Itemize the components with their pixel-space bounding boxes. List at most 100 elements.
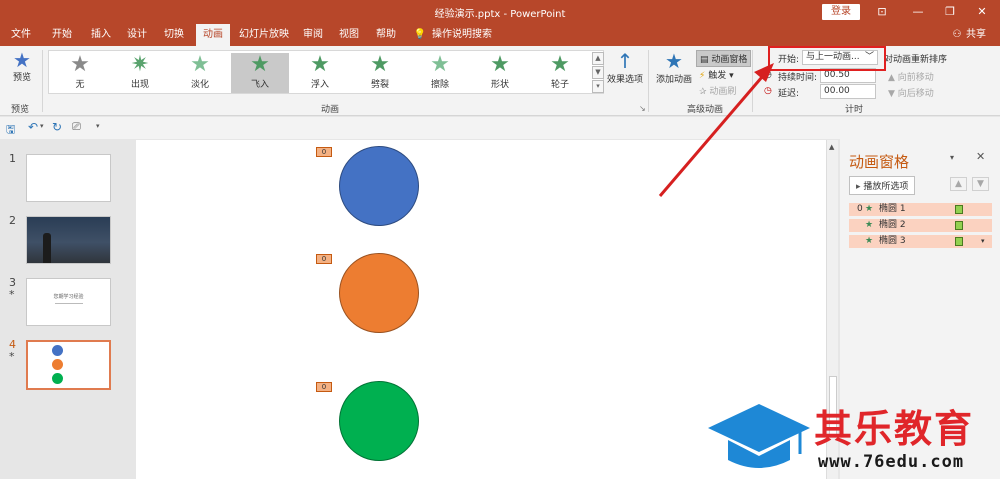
tab-slideshow[interactable]: 幻灯片放映 xyxy=(236,24,292,46)
watermark-brand: 其乐教育 xyxy=(814,407,975,451)
gallery-expand-icon[interactable]: ▾ xyxy=(592,80,604,93)
star-icon: ★ xyxy=(490,52,510,77)
move-down-button[interactable]: ▼ xyxy=(972,177,989,191)
repeat-icon[interactable]: ↻ xyxy=(52,120,62,134)
dialog-launcher-icon[interactable]: ↘ xyxy=(639,104,646,113)
save-icon[interactable]: 🖫 xyxy=(6,121,15,140)
slide-thumbnail-4[interactable] xyxy=(26,340,111,390)
star-icon: ★ xyxy=(865,204,874,214)
tab-transitions[interactable]: 切换 xyxy=(158,24,190,46)
star-icon: ★ xyxy=(250,52,270,77)
ribbon-display-icon[interactable]: ⊡ xyxy=(870,3,894,21)
tab-animations[interactable]: 动画 xyxy=(196,24,230,46)
gallery-item-fly-in[interactable]: ★ 飞入 xyxy=(231,53,289,93)
animation-order-tag[interactable]: 0 xyxy=(316,254,332,264)
animation-list-item[interactable]: ★ 椭圆 2 xyxy=(849,219,992,232)
tab-help[interactable]: 帮助 xyxy=(370,24,402,46)
pane-close-icon[interactable]: ✕ xyxy=(976,150,985,163)
gallery-item-wheel[interactable]: ★ 轮子 xyxy=(531,53,589,93)
arrow-head xyxy=(754,63,774,82)
tab-insert[interactable]: 插入 xyxy=(86,24,116,46)
slide-thumbnail-1[interactable] xyxy=(26,154,111,202)
move-earlier-button[interactable]: ▲ 向前移动 xyxy=(888,70,934,83)
gallery-scroll-up-icon[interactable]: ▲ xyxy=(592,52,604,65)
silhouette-image xyxy=(43,233,51,263)
move-later-button[interactable]: ▼ 向后移动 xyxy=(888,86,934,99)
share-button[interactable]: 共享 xyxy=(964,24,988,46)
play-selected-label: 播放所选项 xyxy=(863,182,909,192)
gallery-item-label: 淡化 xyxy=(190,80,209,90)
star-icon: ★ xyxy=(430,52,450,77)
undo-icon[interactable]: ↶ xyxy=(28,120,38,134)
triangle-up-icon: ▲ xyxy=(888,73,895,83)
person-icon: ⚇ xyxy=(952,29,962,40)
customize-qat-icon[interactable]: ▾ xyxy=(96,122,100,130)
graduation-cap-logo xyxy=(708,404,810,468)
gallery-item-label: 轮子 xyxy=(550,80,569,90)
oval-1[interactable] xyxy=(339,146,419,226)
scroll-up-icon[interactable]: ▲ xyxy=(829,143,834,151)
play-icon: ▸ xyxy=(856,182,861,192)
star-icon: ★ xyxy=(865,236,874,246)
tab-review[interactable]: 审阅 xyxy=(298,24,328,46)
gallery-item-none[interactable]: ★ 无 xyxy=(51,53,109,93)
delay-input[interactable]: 00.00 xyxy=(820,84,876,99)
watermark: 其乐教育 www.76edu.com xyxy=(700,396,1000,479)
item-dropdown-icon[interactable]: ▾ xyxy=(981,235,985,248)
play-selected-button[interactable]: ▸ 播放所选项 xyxy=(849,176,916,195)
animation-order-tag[interactable]: 0 xyxy=(316,382,332,392)
login-button[interactable]: 登录 xyxy=(822,4,860,20)
thumb-divider xyxy=(55,303,83,304)
gallery-item-label: 无 xyxy=(75,80,85,90)
preview-button[interactable]: ★ 预览 xyxy=(6,50,38,83)
minimize-icon[interactable]: — xyxy=(906,3,930,21)
preview-star-icon: ★ xyxy=(13,48,31,72)
tab-file[interactable]: 文件 xyxy=(6,24,36,46)
tell-me-search[interactable]: 操作说明搜索 xyxy=(432,24,496,46)
timing-group-label: 计时 xyxy=(844,105,863,115)
delay-value: 00.00 xyxy=(824,86,850,96)
animation-order-tag[interactable]: 0 xyxy=(316,147,332,157)
pane-options-icon[interactable]: ▾ xyxy=(950,153,954,162)
gallery-item-label: 形状 xyxy=(490,80,509,90)
oval-2[interactable] xyxy=(339,253,419,333)
move-up-button[interactable]: ▲ xyxy=(950,177,967,191)
reorder-label: 对动画重新排序 xyxy=(884,55,948,65)
present-icon[interactable]: ⎚ xyxy=(72,120,81,134)
undo-dropdown-icon[interactable]: ▾ xyxy=(40,122,44,130)
timeline-bar xyxy=(955,221,963,230)
star-icon: ★ xyxy=(190,52,210,77)
tab-view[interactable]: 视图 xyxy=(334,24,364,46)
separator xyxy=(42,50,43,112)
star-icon: ★ xyxy=(70,52,90,77)
slide-thumbnail-2[interactable] xyxy=(26,216,111,264)
gallery-item-split[interactable]: ★ 劈裂 xyxy=(351,53,409,93)
tab-design[interactable]: 设计 xyxy=(122,24,152,46)
gallery-item-wipe[interactable]: ★ 擦除 xyxy=(411,53,469,93)
animation-list-item[interactable]: ★ 椭圆 3 ▾ xyxy=(849,235,992,248)
slide-thumbnail-3[interactable]: 您期学习经验 xyxy=(26,278,111,326)
thumb-blue-circle xyxy=(52,345,63,356)
thumb-orange-circle xyxy=(52,359,63,370)
close-icon[interactable]: ✕ xyxy=(970,3,994,21)
arrow-shaft xyxy=(658,69,770,197)
gallery-scroll-down-icon[interactable]: ▼ xyxy=(592,66,604,79)
gallery-item-shape[interactable]: ★ 形状 xyxy=(471,53,529,93)
oval-3[interactable] xyxy=(339,381,419,461)
animation-list-item[interactable]: 0 ★ 椭圆 1 xyxy=(849,203,992,216)
separator xyxy=(648,50,649,112)
gallery-item-appear[interactable]: ✷ 出现 xyxy=(111,53,169,93)
item-name: 椭圆 1 xyxy=(879,204,906,214)
gallery-item-fade[interactable]: ★ 淡化 xyxy=(171,53,229,93)
effect-options-button[interactable]: ↑ 效果选项 xyxy=(606,50,644,85)
lightbulb-icon: 💡 xyxy=(413,29,427,40)
tab-home[interactable]: 开始 xyxy=(46,24,78,46)
item-name: 椭圆 3 xyxy=(879,236,906,246)
thumb-title: 您期学习经验 xyxy=(53,294,84,300)
star-burst-icon: ✷ xyxy=(130,52,150,77)
maximize-icon[interactable]: ❐ xyxy=(938,3,962,21)
duration-label: 持续时间: xyxy=(778,73,818,83)
triangle-down-icon: ▼ xyxy=(888,89,895,99)
effect-options-label: 效果选项 xyxy=(606,75,643,85)
gallery-item-float-in[interactable]: ★ 浮入 xyxy=(291,53,349,93)
